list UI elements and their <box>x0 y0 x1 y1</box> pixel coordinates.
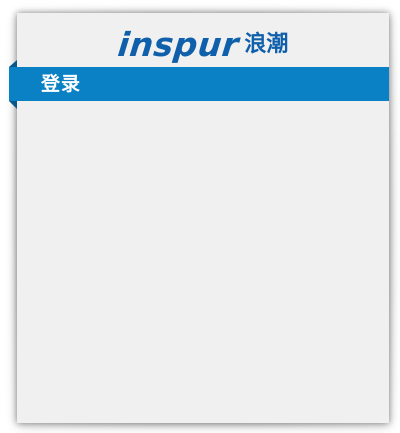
ribbon-bottom-fold <box>9 101 17 109</box>
page-title: 登录 <box>41 73 82 95</box>
ribbon-top-fold <box>9 60 17 67</box>
logo-cjk-text: 浪潮 <box>244 32 289 57</box>
logo-latin-text: inspur <box>115 25 241 64</box>
login-window: inspur 浪潮 登录 <box>0 0 400 433</box>
inspur-logo: inspur 浪潮 <box>17 25 389 64</box>
